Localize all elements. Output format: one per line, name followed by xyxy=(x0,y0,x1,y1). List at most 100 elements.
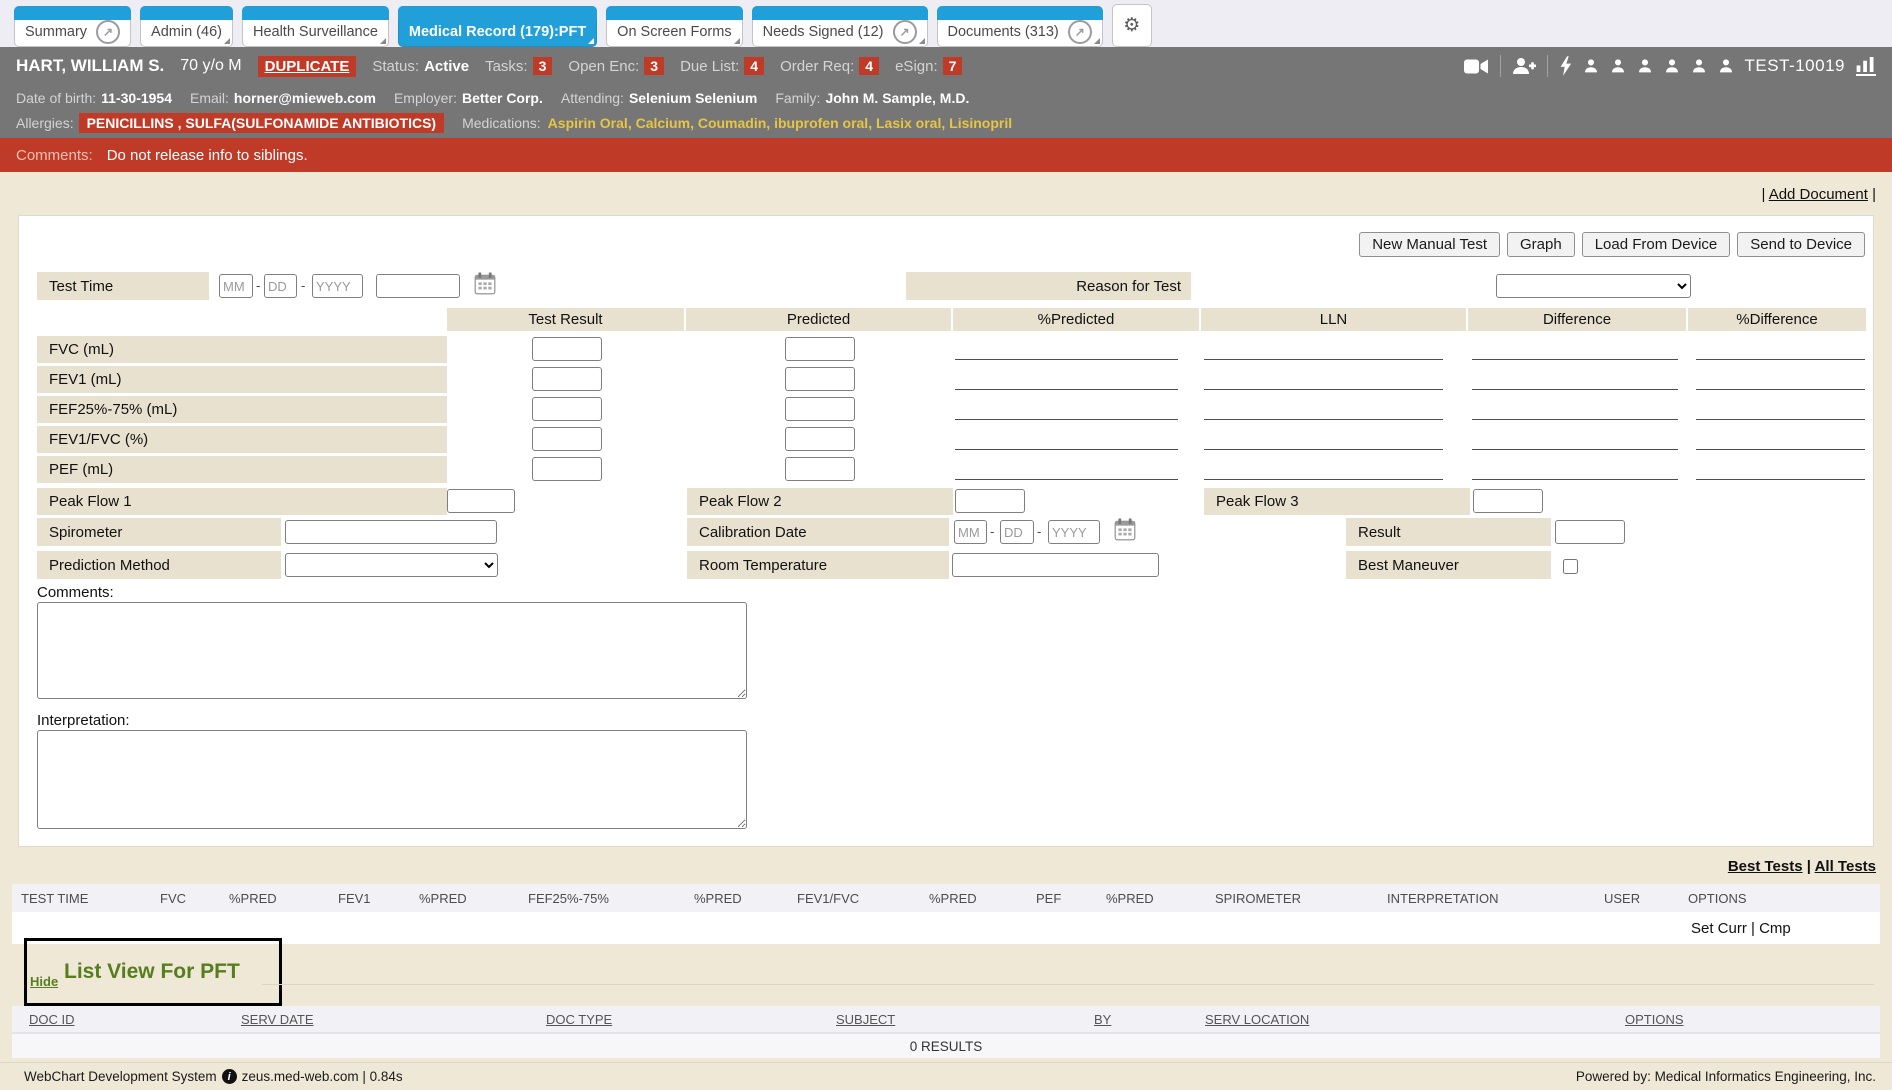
date-dash: - xyxy=(990,524,994,539)
tab-summary[interactable]: Summary ↗ xyxy=(14,6,131,47)
doc-header-serv-location[interactable]: SERV LOCATION xyxy=(1205,1006,1309,1032)
fef2575-test-result-input[interactable] xyxy=(532,397,602,421)
prediction-method-select[interactable] xyxy=(285,553,498,577)
test-time-year-input[interactable] xyxy=(312,274,363,298)
user-icon[interactable] xyxy=(1691,58,1707,74)
fev1fvc-test-result-input[interactable] xyxy=(532,427,602,451)
results-header-pef: PEF xyxy=(1036,884,1061,912)
fvc-predicted-input[interactable] xyxy=(785,337,855,361)
all-tests-link[interactable]: All Tests xyxy=(1815,858,1876,875)
medication-link[interactable]: ibuprofen oral xyxy=(766,115,868,131)
tab-needs-signed[interactable]: Needs Signed (12) ↗ xyxy=(752,6,928,47)
doc-header-by[interactable]: BY xyxy=(1094,1006,1111,1032)
fvc-test-result-input[interactable] xyxy=(532,337,602,361)
test-time-label: Test Time xyxy=(37,272,209,300)
user-icon[interactable] xyxy=(1610,58,1626,74)
calendar-icon[interactable] xyxy=(474,272,496,296)
calendar-icon[interactable] xyxy=(1114,518,1136,542)
tab-medical-record-active[interactable]: Medical Record (179):PFT xyxy=(398,6,597,47)
footer-left: WebChart Development System i zeus.med-w… xyxy=(24,1069,403,1084)
interpretation-textarea[interactable] xyxy=(37,730,747,829)
medication-link[interactable]: Lisinopril xyxy=(941,115,1012,131)
email-label: Email: xyxy=(190,90,229,106)
medication-link[interactable]: Lasix oral xyxy=(868,115,941,131)
settings-button[interactable]: ⚙ xyxy=(1112,4,1152,47)
tab-admin-label: Admin (46) xyxy=(151,24,222,40)
result-input[interactable] xyxy=(1555,520,1625,544)
calibration-month-input[interactable] xyxy=(954,520,987,544)
medication-link[interactable]: Coumadin xyxy=(690,115,766,131)
best-tests-link[interactable]: Best Tests xyxy=(1728,858,1803,875)
external-link-icon[interactable]: ↗ xyxy=(893,20,917,44)
calibration-date-label: Calibration Date xyxy=(687,518,949,546)
due-list-count-badge[interactable]: 4 xyxy=(744,57,764,75)
tab-health-surveillance[interactable]: Health Surveillance xyxy=(242,6,389,47)
user-icon[interactable] xyxy=(1637,58,1653,74)
doc-header-serv-date[interactable]: SERV DATE xyxy=(241,1006,313,1032)
doc-header-subject[interactable]: SUBJECT xyxy=(836,1006,895,1032)
tab-on-screen-forms[interactable]: On Screen Forms xyxy=(606,6,742,47)
test-time-time-input[interactable] xyxy=(376,274,460,298)
attending-value: Selenium Selenium xyxy=(629,90,757,106)
best-maneuver-checkbox[interactable] xyxy=(1563,559,1578,574)
graph-button[interactable]: Graph xyxy=(1507,232,1575,257)
add-user-icon[interactable] xyxy=(1512,57,1536,75)
results-header-pct-pred: %PRED xyxy=(929,884,977,912)
peak-flow-1-input[interactable] xyxy=(447,489,515,513)
tasks-count-badge[interactable]: 3 xyxy=(533,57,553,75)
comments-textarea[interactable] xyxy=(37,602,747,699)
lightning-icon[interactable] xyxy=(1559,56,1572,76)
fef2575-predicted-input[interactable] xyxy=(785,397,855,421)
fef2575-difference-line xyxy=(1472,419,1678,420)
user-icon[interactable] xyxy=(1583,58,1599,74)
peak-flow-3-input[interactable] xyxy=(1473,489,1543,513)
doc-header-doc-id[interactable]: DOC ID xyxy=(29,1006,75,1032)
room-temperature-input[interactable] xyxy=(952,553,1159,577)
user-icon[interactable] xyxy=(1664,58,1680,74)
duplicate-badge[interactable]: DUPLICATE xyxy=(258,56,357,77)
fev1-test-result-input[interactable] xyxy=(532,367,602,391)
results-header-spirometer: SPIROMETER xyxy=(1215,884,1301,912)
info-icon[interactable]: i xyxy=(222,1069,237,1084)
external-link-icon[interactable]: ↗ xyxy=(1068,20,1092,44)
flowsheet-chart-icon[interactable] xyxy=(1856,57,1876,76)
allergies-badge: PENICILLINS , SULFA(SULFONAMIDE ANTIBIOT… xyxy=(79,113,444,133)
external-link-icon[interactable]: ↗ xyxy=(96,20,120,44)
user-icon[interactable] xyxy=(1718,58,1734,74)
hide-list-view-link[interactable]: Hide xyxy=(30,974,58,989)
calibration-day-input[interactable] xyxy=(1000,520,1034,544)
order-req-count-badge[interactable]: 4 xyxy=(859,57,879,75)
video-camera-icon[interactable] xyxy=(1464,58,1489,75)
fev1fvc-predicted-input[interactable] xyxy=(785,427,855,451)
header-icon-cluster: TEST-10019 xyxy=(1464,55,1876,77)
doc-header-options[interactable]: OPTIONS xyxy=(1625,1006,1684,1032)
esign-count-badge[interactable]: 7 xyxy=(943,57,963,75)
pef-predicted-input[interactable] xyxy=(785,457,855,481)
footer-host-and-time: zeus.med-web.com | 0.84s xyxy=(242,1069,403,1084)
pef-test-result-input[interactable] xyxy=(532,457,602,481)
test-time-day-input[interactable] xyxy=(264,274,297,298)
results-header-pct-pred: %PRED xyxy=(229,884,277,912)
set-curr-cmp-links[interactable]: Set Curr | Cmp xyxy=(1691,912,1791,944)
new-manual-test-button[interactable]: New Manual Test xyxy=(1359,232,1500,257)
peak-flow-2-input[interactable] xyxy=(955,489,1025,513)
send-to-device-button[interactable]: Send to Device xyxy=(1737,232,1865,257)
medication-link[interactable]: Aspirin Oral xyxy=(548,115,628,131)
fev1-predicted-input[interactable] xyxy=(785,367,855,391)
tab-admin[interactable]: Admin (46) xyxy=(140,6,233,47)
spirometer-input[interactable] xyxy=(285,520,497,544)
medication-link[interactable]: Calcium xyxy=(628,115,690,131)
fev1fvc-pct-difference-line xyxy=(1696,449,1865,450)
doc-header-doc-type[interactable]: DOC TYPE xyxy=(546,1006,612,1032)
dob-value: 11-30-1954 xyxy=(101,90,172,106)
add-document-link[interactable]: Add Document xyxy=(1769,186,1868,203)
results-header-fvc: FVC xyxy=(160,884,186,912)
calibration-year-input[interactable] xyxy=(1048,520,1100,544)
reason-for-test-select[interactable] xyxy=(1496,274,1691,298)
open-enc-count-badge[interactable]: 3 xyxy=(644,57,664,75)
test-time-month-input[interactable] xyxy=(219,274,253,298)
email-value[interactable]: horner@mieweb.com xyxy=(234,90,376,106)
tab-documents[interactable]: Documents (313) ↗ xyxy=(937,6,1103,47)
tab-on-screen-forms-label: On Screen Forms xyxy=(617,24,731,40)
load-from-device-button[interactable]: Load From Device xyxy=(1582,232,1731,257)
